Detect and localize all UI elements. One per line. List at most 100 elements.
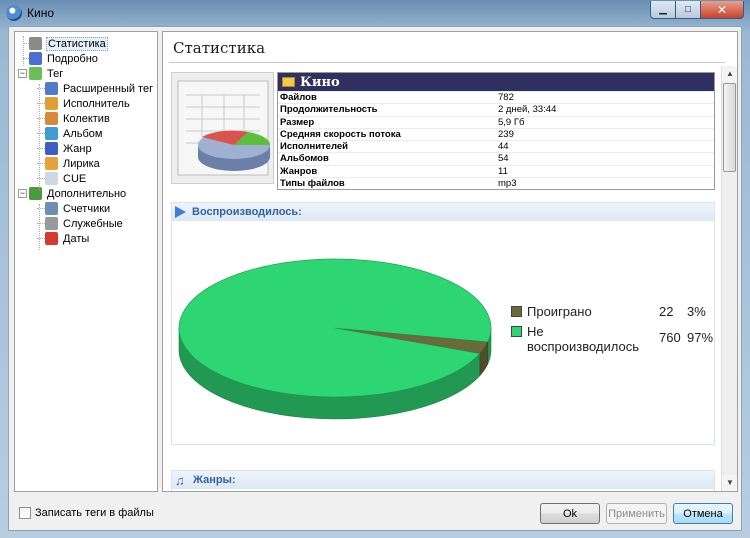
tree-item-label: Статистика — [46, 36, 108, 51]
played-section: Воспроизводилось: Проиграно 22 3% Не воспрои… — [171, 202, 715, 445]
extended-tag-icon — [45, 82, 58, 95]
scroll-up-icon[interactable]: ▲ — [722, 66, 737, 82]
app-icon — [6, 5, 22, 21]
summary-value: 54 — [498, 153, 509, 165]
title-bar: Кино ▁ □ ✕ — [0, 0, 750, 26]
tree-item-label: Счетчики — [63, 202, 111, 215]
summary-row: Жанров 11 — [278, 164, 714, 177]
checkbox-box[interactable] — [19, 507, 31, 519]
scroll-down-icon[interactable]: ▼ — [722, 475, 737, 491]
summary-rows: Файлов 782 Продолжительность 2 дней, 33:44 Р… — [278, 91, 714, 189]
folder-icon — [282, 77, 295, 87]
legend-label: Не воспроизводилось — [527, 324, 639, 354]
played-section-title: Воспроизводилось: — [192, 206, 302, 218]
window-title: Кино — [27, 6, 54, 20]
tree-guide-line — [39, 204, 40, 250]
tree-item[interactable]: Колектив — [45, 111, 111, 126]
write-tags-checkbox[interactable]: Записать теги в файлы — [19, 507, 154, 519]
summary-key: Средняя скорость потока — [280, 128, 401, 140]
summary-value: 782 — [498, 92, 514, 103]
artist-icon — [45, 97, 58, 110]
tree-item[interactable]: Жанр — [45, 141, 93, 156]
maximize-button[interactable]: □ — [676, 1, 701, 19]
pie-slice — [178, 258, 492, 398]
tree-item[interactable]: CUE — [45, 171, 87, 186]
navigation-tree[interactable]: Статистика Подробно − Тег Расширенный тег Исп… — [14, 31, 158, 492]
summary-row: Файлов 782 — [278, 91, 714, 103]
played-section-header: Воспроизводилось: — [172, 203, 714, 221]
tree-item[interactable]: Подробно — [29, 51, 99, 66]
window-controls: ▁ □ ✕ — [650, 1, 744, 19]
genres-section-header: ♫ Жанры: — [172, 471, 714, 489]
cue-file-icon — [45, 172, 58, 185]
tree-item-label: Подробно — [47, 52, 98, 65]
cancel-button[interactable]: Отмена — [673, 503, 733, 524]
minimize-button[interactable]: ▁ — [650, 1, 676, 19]
summary-row: Исполнителей 44 — [278, 140, 714, 152]
page-title: Статистика — [173, 39, 266, 57]
summary-value: mp3 — [498, 178, 517, 190]
summary-row: Средняя скорость потока 239 — [278, 127, 714, 140]
tree-item[interactable]: Дополнительно — [29, 186, 127, 201]
band-icon — [45, 112, 58, 125]
album-icon — [45, 127, 58, 140]
tree-item[interactable]: Даты — [45, 231, 90, 246]
tree-guide-line — [23, 36, 24, 66]
apply-button[interactable]: Применить — [606, 503, 667, 524]
tree-item[interactable]: Расширенный тег — [45, 81, 154, 96]
summary-key: Файлов — [280, 92, 317, 103]
summary-key: Типы файлов — [280, 178, 345, 190]
summary-key: Размер — [280, 116, 315, 128]
summary-value: 239 — [498, 128, 514, 140]
summary-row: Размер 5,9 Гб — [278, 115, 714, 128]
legend-percent: 3% — [687, 304, 706, 319]
summary-key: Исполнителей — [280, 141, 348, 153]
dialog-client: Статистика Подробно − Тег Расширенный тег Исп… — [8, 26, 742, 531]
music-note-icon: ♫ — [175, 472, 185, 488]
tree-item-label: Тег — [47, 67, 64, 80]
tree-item[interactable]: Альбом — [45, 126, 103, 141]
summary-row: Продолжительность 2 дней, 33:44 — [278, 103, 714, 115]
genres-section-title: Жанры: — [193, 474, 236, 486]
content-scrollbar[interactable]: ▲ ▼ — [721, 66, 737, 491]
scroll-thumb[interactable] — [723, 83, 736, 172]
summary-key: Продолжительность — [280, 104, 378, 116]
write-tags-label: Записать теги в файлы — [35, 507, 154, 519]
tree-item-label: Лирика — [63, 157, 100, 170]
tree-item[interactable]: Служебные — [45, 216, 124, 231]
tree-item-label: Альбом — [63, 127, 103, 140]
counters-icon — [45, 202, 58, 215]
summary-header: Кино — [278, 73, 714, 91]
tree-collapse-icon[interactable]: − — [18, 189, 27, 198]
summary-value: 11 — [498, 165, 508, 177]
tree-item-label: Жанр — [63, 142, 92, 155]
tree-item[interactable]: Лирика — [45, 156, 101, 171]
summary-key: Альбомов — [280, 153, 329, 165]
calendar-icon — [45, 232, 58, 245]
tree-item[interactable]: Исполнитель — [45, 96, 131, 111]
tree-item-label: Расширенный тег — [63, 82, 154, 95]
statistics-illustration — [171, 72, 274, 184]
tree-item-label: Колектив — [63, 112, 110, 125]
tree-item-label: Исполнитель — [63, 97, 130, 110]
legend-percent: 97% — [687, 330, 714, 345]
details-icon — [29, 52, 42, 65]
legend-swatch — [511, 306, 522, 317]
legend-swatch — [511, 326, 522, 337]
content-panel: Статистика Кино Файлов 782 Продолжительн… — [162, 31, 738, 492]
tree-collapse-icon[interactable]: − — [18, 69, 27, 78]
summary-value: 44 — [498, 141, 509, 153]
tree-item-label: CUE — [63, 172, 87, 185]
genre-note-icon — [45, 142, 58, 155]
summary-key: Жанров — [280, 165, 318, 177]
summary-value: 2 дней, 33:44 — [498, 104, 557, 116]
close-button[interactable]: ✕ — [701, 1, 744, 19]
tree-item-label: Служебные — [63, 217, 123, 230]
tree-item[interactable]: Тег — [29, 66, 64, 81]
summary-row: Альбомов 54 — [278, 152, 714, 164]
ok-button[interactable]: Ok — [540, 503, 600, 524]
tree-guide-line — [39, 84, 40, 190]
tag-icon — [29, 67, 42, 80]
tree-item[interactable]: Статистика — [29, 36, 108, 51]
tree-item[interactable]: Счетчики — [45, 201, 111, 216]
